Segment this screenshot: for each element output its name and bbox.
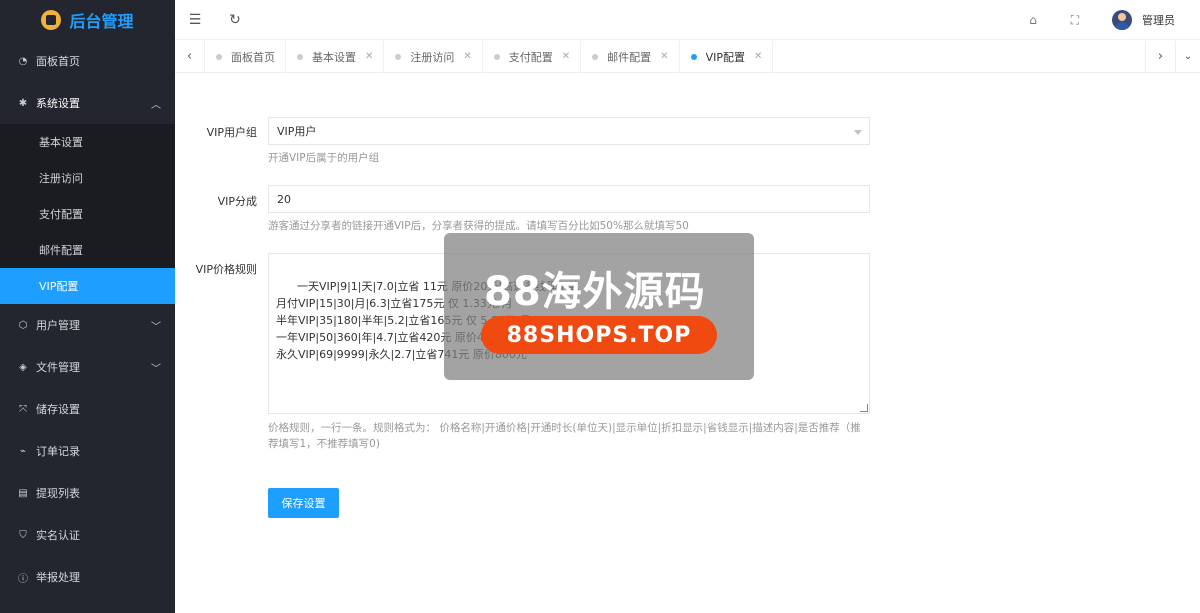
dashboard-icon: ◔ — [18, 55, 28, 67]
vip-price-label: VIP价格规则 — [195, 263, 257, 276]
sidebar-item-users[interactable]: ⬡ 用户管理 ﹀ — [0, 304, 175, 346]
app-title: 后台管理 — [69, 12, 134, 31]
close-icon[interactable]: ✕ — [562, 51, 570, 62]
tab-scroll-right-icon[interactable]: › — [1145, 40, 1175, 73]
watermark-text: 88海外源码 — [484, 269, 706, 315]
watermark-url: 88SHOPS.TOP — [481, 316, 717, 354]
tab-registration[interactable]: 注册访问 ✕ — [384, 40, 483, 73]
chevron-up-icon: ︿ — [151, 99, 161, 111]
tab-basic-settings[interactable]: 基本设置 ✕ — [286, 40, 385, 73]
system-settings-submenu: 基本设置 注册访问 支付配置 邮件配置 VIP配置 — [0, 124, 175, 304]
sidebar-item-label: 文件管理 — [36, 361, 80, 374]
app-logo[interactable]: 后台管理 — [0, 0, 175, 40]
sidebar-item-label: 举报处理 — [36, 571, 80, 584]
watermark: 88海外源码 88SHOPS.TOP — [444, 233, 754, 380]
list-icon: ▤ — [18, 487, 28, 499]
sidebar-item-files[interactable]: ◈ 文件管理 ﹀ — [0, 346, 175, 388]
sidebar-item-label: 实名认证 — [36, 529, 80, 542]
tab-dot — [592, 53, 599, 60]
home-icon[interactable]: ⌂ — [1012, 13, 1054, 27]
tab-label: 邮件配置 — [607, 50, 652, 64]
close-icon[interactable]: ✕ — [365, 51, 373, 62]
sidebar-item-label: 提现列表 — [36, 487, 80, 500]
vip-share-input[interactable]: 20 — [268, 185, 870, 213]
tab-dot — [297, 53, 303, 60]
sidebar-subitem-email[interactable]: 邮件配置 — [0, 232, 175, 268]
gear-icon: ✱ — [18, 97, 28, 109]
save-button[interactable]: 保存设置 — [268, 488, 339, 518]
vip-group-label: VIP用户组 — [206, 126, 257, 139]
tab-dashboard[interactable]: 面板首页 — [205, 40, 286, 73]
caret-down-icon — [854, 130, 862, 135]
close-icon[interactable]: ✕ — [463, 51, 471, 62]
resize-handle-icon[interactable] — [860, 404, 868, 412]
close-icon[interactable]: ✕ — [754, 51, 762, 62]
tab-vip[interactable]: VIP配置 ✕ — [680, 40, 774, 73]
sidebar-subitem-basic-settings[interactable]: 基本设置 — [0, 124, 175, 160]
sidebar-item-label: 储存设置 — [36, 403, 80, 416]
chevron-down-icon: ﹀ — [151, 363, 161, 375]
sidebar-item-label: 面板首页 — [36, 55, 80, 68]
tab-bar: ‹ 面板首页 基本设置 ✕ 注册访问 ✕ 支付配置 ✕ 邮件配置 ✕ VIP配置… — [175, 40, 1200, 73]
sidebar-subitem-payment[interactable]: 支付配置 — [0, 196, 175, 232]
tab-label: 支付配置 — [508, 50, 553, 64]
top-bar: ☰ ↻ ⌂ ⛶ 管理员 — [175, 0, 1200, 40]
vip-share-value: 20 — [277, 192, 291, 206]
close-icon[interactable]: ✕ — [660, 51, 668, 62]
sidebar-item-system-settings[interactable]: ✱ 系统设置 ︿ — [0, 82, 175, 124]
vip-share-help: 游客通过分享者的链接开通VIP后，分享者获得的提成。请填写百分比如50%那么就填… — [268, 220, 689, 232]
sidebar: 后台管理 ◔ 面板首页 ✱ 系统设置 ︿ 基本设置 注册访问 支付配置 邮件配置… — [0, 0, 175, 613]
sidebar-item-label: 用户管理 — [36, 319, 80, 332]
top-bar-right: ⌂ ⛶ 管理员 — [1012, 0, 1200, 40]
avatar — [1112, 10, 1132, 30]
sidebar-subitem-registration[interactable]: 注册访问 — [0, 160, 175, 196]
layers-icon: ◈ — [19, 361, 27, 373]
sidebar-item-label: 系统设置 — [36, 97, 80, 110]
user-name: 管理员 — [1142, 14, 1175, 27]
chevron-down-icon: ﹀ — [151, 321, 161, 333]
sidebar-item-verification[interactable]: ⛉ 实名认证 — [0, 514, 175, 556]
tab-label: 注册访问 — [410, 50, 455, 64]
tab-dot — [395, 53, 402, 60]
logo-icon — [41, 10, 62, 30]
fullscreen-icon[interactable]: ⛶ — [1054, 13, 1096, 28]
vip-group-value: VIP用户 — [277, 125, 317, 138]
sidebar-item-withdrawals[interactable]: ▤ 提现列表 — [0, 472, 175, 514]
sidebar-subitem-vip[interactable]: VIP配置 — [0, 268, 175, 304]
tab-dot — [493, 53, 500, 60]
tab-email[interactable]: 邮件配置 ✕ — [581, 40, 680, 73]
tab-label: 基本设置 — [312, 50, 356, 64]
tab-label: 面板首页 — [231, 50, 275, 64]
tab-dot — [690, 53, 697, 60]
tab-scroll-left-icon[interactable]: ‹ — [175, 40, 205, 73]
vip-share-label: VIP分成 — [217, 195, 257, 208]
vip-price-help: 价格规则，一行一条。规则格式为： 价格名称|开通价格|开通时长(单位天)|显示单… — [268, 422, 861, 450]
shield-icon: ⛉ — [19, 529, 27, 541]
sidebar-item-storage[interactable]: ⤧ 储存设置 — [0, 388, 175, 430]
sidebar-item-dashboard[interactable]: ◔ 面板首页 — [0, 40, 175, 82]
sidebar-item-reports[interactable]: ⓘ 举报处理 — [0, 556, 175, 598]
alert-icon: ⓘ — [18, 573, 28, 585]
sidebar-item-orders[interactable]: ⌁ 订单记录 — [0, 430, 175, 472]
user-menu[interactable]: 管理员 — [1096, 10, 1200, 30]
vip-group-help: 开通VIP后属于的用户组 — [268, 152, 380, 164]
sidebar-item-label: 订单记录 — [36, 445, 80, 458]
storage-icon: ⤧ — [19, 403, 27, 415]
menu-toggle-icon[interactable]: ☰ — [175, 12, 215, 28]
vip-group-select[interactable]: VIP用户 — [268, 117, 870, 145]
cube-icon: ⬡ — [18, 319, 28, 331]
tab-payment[interactable]: 支付配置 ✕ — [483, 40, 582, 73]
refresh-icon[interactable]: ↻ — [215, 12, 255, 28]
pulse-icon: ⌁ — [19, 445, 27, 457]
tab-dot — [216, 53, 222, 60]
tab-label: VIP配置 — [705, 50, 745, 64]
tab-menu-chevron-down-icon[interactable]: ⌄ — [1175, 40, 1200, 73]
